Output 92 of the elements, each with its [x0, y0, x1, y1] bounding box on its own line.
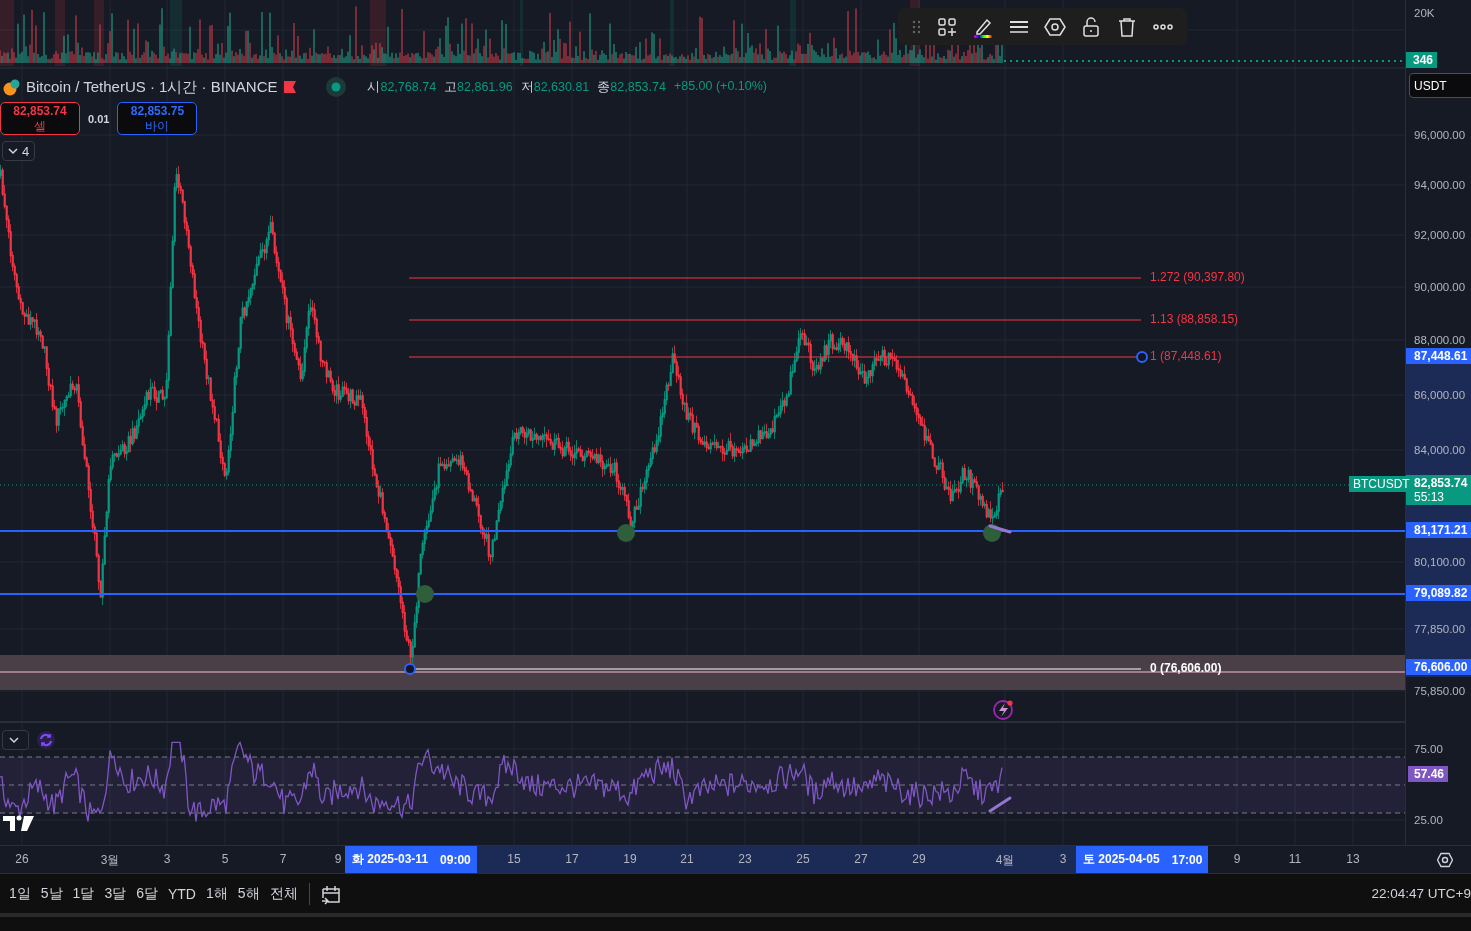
price-axis-tick: 88,000.00	[1414, 334, 1466, 346]
range-button[interactable]: 3달	[99, 884, 132, 903]
ohlc-value: 82,630.81	[533, 79, 590, 94]
price-axis-tick: 75,850.00	[1414, 685, 1466, 697]
ohlc-label: 고	[444, 79, 458, 94]
circle-marker	[983, 524, 1001, 542]
settings-icon[interactable]	[1044, 15, 1066, 38]
ohlc-value: 82,861.96	[457, 79, 513, 94]
range-button[interactable]: 5날	[35, 884, 68, 903]
chevron-down-icon	[8, 146, 18, 156]
price-level-label: 87,448.61	[1406, 348, 1471, 364]
symbol-title[interactable]: Bitcoin / TetherUS · 1시간 · BINANCE	[26, 77, 278, 97]
price-change: +85.00 (+0.10%)	[673, 78, 768, 95]
price-axis-tick: 96,000.00	[1414, 129, 1466, 141]
range-button[interactable]: 6달	[131, 884, 163, 903]
collapse-button[interactable]	[2, 730, 29, 750]
range-date: 화 2025-03-11	[352, 851, 429, 868]
lightning-icon[interactable]	[993, 700, 1013, 720]
time-axis-tick: 21	[680, 852, 694, 866]
range-date: 토 2025-04-05	[1083, 851, 1160, 868]
indicators-toggle[interactable]: 4	[2, 141, 36, 161]
fibonacci-level-label: 0 (76,606.00)	[1150, 661, 1222, 675]
anchor-handle[interactable]	[404, 663, 416, 675]
price-axis-tick: 84,000.00	[1414, 444, 1466, 456]
time-axis-tick: 9	[334, 852, 342, 866]
ohlc-label: 시	[367, 79, 381, 94]
time-axis-tick: 13	[1346, 852, 1360, 866]
volume-axis-label: 20K	[1414, 7, 1435, 19]
market-status-icon[interactable]	[325, 76, 348, 98]
range-button[interactable]: 1일	[4, 884, 36, 903]
fibonacci-level-label: 1.272 (90,397.80)	[1150, 270, 1245, 284]
time-axis-tick: 23	[738, 852, 752, 866]
time-axis-tick: 11	[1288, 852, 1302, 866]
fibonacci-level-label: 1.13 (88,858.15)	[1150, 312, 1239, 326]
ohlc-value: 82,768.74	[380, 79, 437, 94]
ohlc-value: 82,853.74	[610, 79, 666, 94]
price-level-label: 76,606.00	[1406, 659, 1471, 675]
price-axis-tick: 94,000.00	[1414, 179, 1466, 191]
price-axis-tick: 90,000.00	[1414, 281, 1466, 293]
widgets-add-icon[interactable]	[936, 15, 958, 38]
currency-dropdown[interactable]: USDT	[1409, 73, 1471, 98]
rsi-value-label: 57.46	[1408, 766, 1448, 782]
time-axis-tick: 9	[1233, 852, 1241, 866]
clock-time: 22:04:47 UTC+9	[1371, 886, 1471, 901]
time-axis-tick: 3	[1059, 852, 1067, 866]
rsi-axis-tick: 75.00	[1414, 743, 1443, 755]
time-axis-tick: 17	[565, 852, 579, 866]
time-axis-tick: 5	[221, 852, 229, 866]
coin-logo-icon	[2, 78, 20, 96]
time-axis-tick: 26	[15, 852, 29, 866]
unlocked-lock-icon[interactable]	[1080, 15, 1102, 38]
volume-value-label: 346	[1406, 52, 1437, 68]
price-axis-tick: 77,850.00	[1414, 623, 1466, 635]
spread-value: 0.01	[88, 112, 110, 125]
rsi-axis-tick: 25.00	[1414, 814, 1443, 826]
time-axis-tick: 15	[507, 852, 521, 866]
time-axis-tick: 29	[912, 852, 926, 866]
price-axis-tick: 86,000.00	[1414, 389, 1466, 401]
circle-marker	[416, 585, 434, 603]
time-axis-tick: 3	[163, 852, 171, 866]
range-button[interactable]: 전체	[264, 884, 303, 903]
price-axis-tick: 80,100.00	[1414, 556, 1466, 568]
fibonacci-level-label: 1 (87,448.61)	[1150, 349, 1222, 363]
trend-line[interactable]	[988, 524, 1012, 534]
time-axis-tick: 7	[279, 852, 287, 866]
range-button[interactable]: 1달	[67, 884, 100, 903]
ohlc-label: 저	[520, 79, 534, 94]
range-button[interactable]: 1해	[201, 884, 233, 903]
price-level-label: 79,089.82	[1406, 585, 1471, 601]
price-axis-tick: 92,000.00	[1414, 229, 1466, 241]
refresh-icon[interactable]	[37, 731, 55, 749]
range-button[interactable]: 5해	[232, 884, 265, 903]
sell-button[interactable]: 82,853.74 셀	[0, 102, 80, 135]
settings-icon[interactable]	[1437, 852, 1453, 868]
range-time: 09:00	[440, 852, 471, 867]
time-axis-tick: 25	[796, 852, 810, 866]
anchor-handle[interactable]	[1136, 351, 1148, 363]
buy-button[interactable]: 82,853.75 바이	[117, 102, 198, 135]
time-axis-tick: 19	[623, 852, 637, 866]
trend-line[interactable]	[988, 796, 1012, 813]
price-level-label: 81,171.21	[1406, 522, 1471, 538]
trash-icon[interactable]	[1116, 15, 1138, 38]
time-axis-tick: 27	[854, 852, 868, 866]
chevron-down-icon	[8, 735, 20, 745]
range-time: 17:00	[1171, 852, 1203, 867]
circle-marker	[617, 524, 635, 542]
time-axis-tick: 3월	[100, 852, 120, 869]
range-button[interactable]: YTD	[163, 885, 201, 902]
time-axis-tick: 4월	[995, 852, 1015, 869]
flag-icon[interactable]	[283, 80, 298, 94]
ohlc-label: 종	[597, 79, 611, 94]
logo-icon[interactable]	[3, 815, 34, 831]
